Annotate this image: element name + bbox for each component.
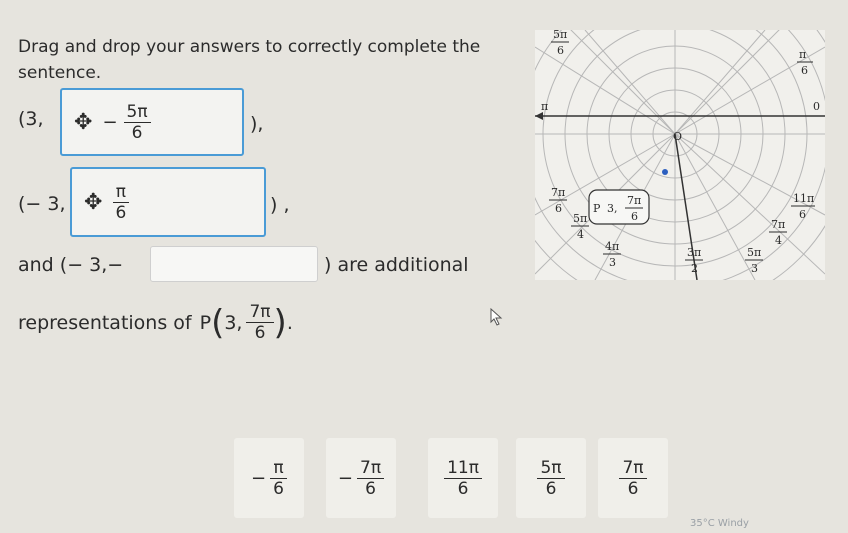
label-point-p-num: 7π	[627, 194, 641, 207]
row3-suffix: ) are additional	[324, 254, 469, 276]
row1-close: ),	[250, 113, 264, 135]
label-point-p-radius: 3,	[607, 202, 618, 215]
label-7pi-4-num: 7π	[771, 218, 785, 231]
answer-tile-11pi-6[interactable]: 11π 6	[428, 438, 498, 518]
svg-text:6: 6	[631, 210, 638, 223]
row2-open: (− 3,	[18, 193, 66, 215]
instruction-line-2: sentence.	[18, 63, 102, 83]
instruction-text: Drag and drop your answers to correctly …	[18, 34, 488, 86]
move-icon[interactable]: ✥	[74, 110, 92, 135]
point-angle: 7π 6	[246, 302, 274, 343]
row1-sign: −	[102, 111, 118, 133]
row4-text: representations of	[18, 311, 192, 334]
point-name: P	[199, 311, 212, 334]
answer-row-1: (3,	[18, 108, 44, 130]
svg-text:6: 6	[801, 64, 808, 77]
svg-text:3: 3	[609, 256, 616, 269]
answer-row-3: and (− 3,−	[18, 254, 123, 276]
drop-zone-3[interactable]	[150, 246, 318, 282]
answer-tile-5pi-6[interactable]: 5π 6	[516, 438, 586, 518]
row1-fraction: 5π 6	[123, 102, 151, 143]
answer-tile-neg-7pi-6[interactable]: − 7π 6	[326, 438, 396, 518]
label-zero: 0	[813, 100, 820, 113]
polar-grid: 5π 6 π 6 π 0 O 7π 6 11π 6 5π 4 7π 4 4π 3…	[535, 30, 825, 280]
instruction-line-1: Drag and drop your answers to correctly …	[18, 37, 481, 57]
label-5pi-4-num: 5π	[573, 212, 587, 225]
point-p-dot	[662, 169, 668, 175]
drop-zone-2[interactable]: ✥ π 6	[70, 167, 266, 237]
drop-zone-1[interactable]: ✥ − 5π 6	[60, 88, 244, 156]
label-pi: π	[541, 100, 548, 113]
svg-text:6: 6	[555, 202, 562, 215]
svg-text:3: 3	[751, 262, 758, 275]
taskbar-weather: 35°C Windy	[690, 518, 749, 529]
row2-fraction: π 6	[112, 182, 129, 223]
svg-text:4: 4	[577, 228, 584, 241]
answer-tile-neg-pi-6[interactable]: − π 6	[234, 438, 304, 518]
svg-text:6: 6	[557, 44, 564, 57]
point-radius: 3,	[224, 311, 243, 334]
label-5pi-3-num: 5π	[747, 246, 761, 259]
label-origin: O	[673, 130, 682, 143]
label-pi-6-num: π	[799, 48, 806, 61]
svg-text:2: 2	[691, 262, 698, 275]
svg-text:6: 6	[799, 208, 806, 221]
answer-row-2: (− 3,	[18, 193, 66, 215]
label-7pi-6-num: 7π	[551, 186, 565, 199]
svg-text:4: 4	[775, 234, 782, 247]
row2-close: ) ,	[270, 194, 290, 216]
row1-open: (3,	[18, 108, 44, 130]
answer-row-4: representations of P ( 3, 7π 6 ) .	[18, 302, 293, 343]
label-point-p: P	[593, 202, 601, 215]
label-5pi-6-num: 5π	[553, 30, 567, 41]
label-3pi-2-num: 3π	[687, 246, 701, 259]
row3-prefix: and (− 3,−	[18, 254, 124, 276]
label-11pi-6-num: 11π	[793, 192, 814, 205]
label-4pi-3-num: 4π	[605, 240, 619, 253]
move-icon[interactable]: ✥	[84, 190, 102, 215]
answer-tile-7pi-6[interactable]: 7π 6	[598, 438, 668, 518]
cursor-icon	[490, 308, 503, 326]
